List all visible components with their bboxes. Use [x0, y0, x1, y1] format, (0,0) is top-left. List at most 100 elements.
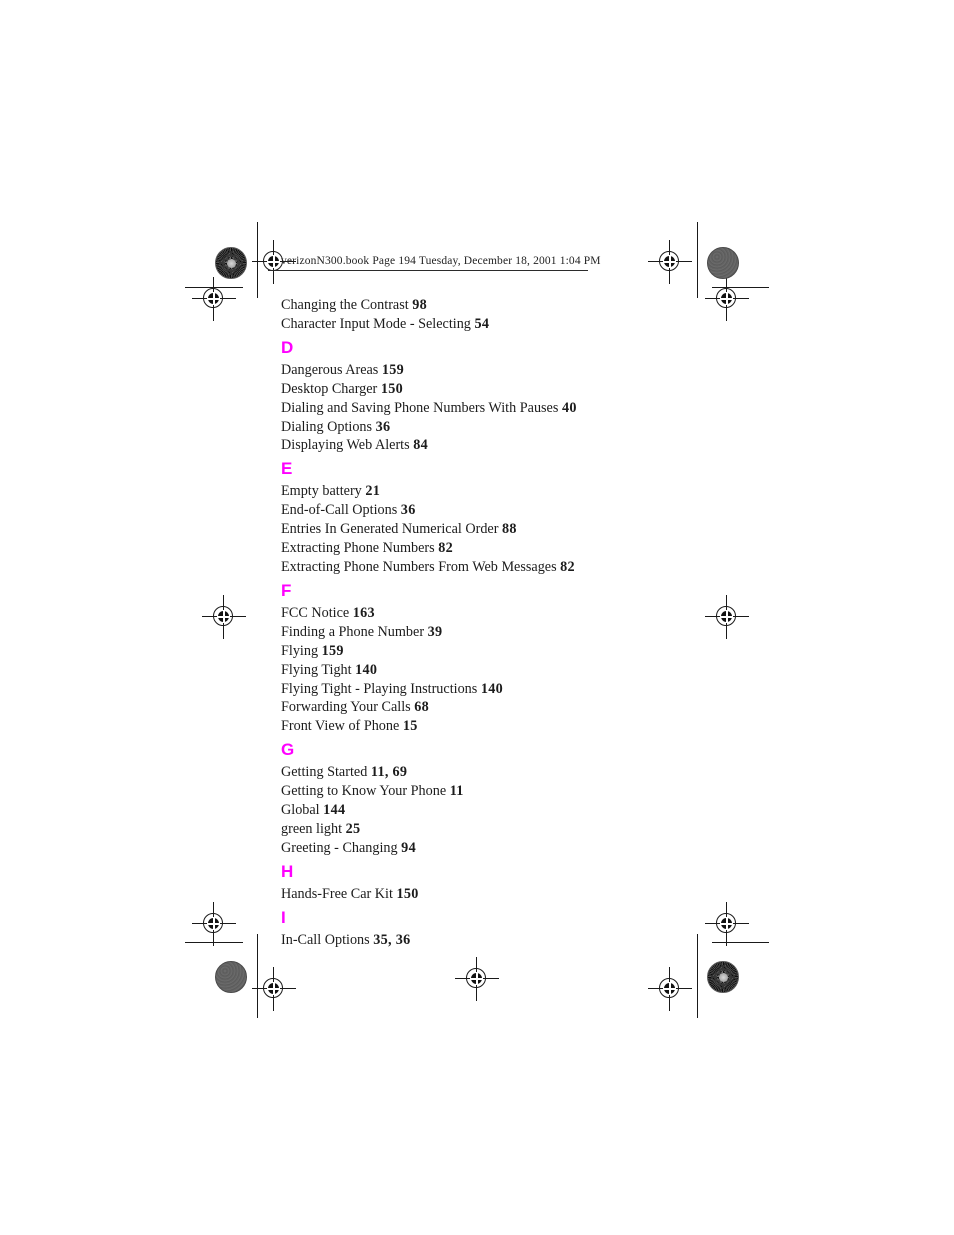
index-entry: Dialing and Saving Phone Numbers With Pa… — [281, 399, 701, 418]
scanned-manual-page: verizonN300.book Page 194 Tuesday, Decem… — [0, 0, 954, 1235]
index-letter-heading-f: F — [281, 580, 292, 600]
halftone-starburst-patch-top-left — [215, 247, 247, 279]
index-entry-pages: 144 — [323, 802, 346, 819]
header-underline — [268, 270, 588, 271]
index-entry: FCC Notice 163 — [281, 604, 701, 623]
index-entry: Forwarding Your Calls 68 — [281, 698, 701, 717]
index-entry-pages: 25 — [345, 820, 361, 837]
index-entry-pages: 150 — [396, 885, 419, 902]
index-letter-heading-d: D — [281, 337, 294, 357]
index-entry-title: Dialing and Saving Phone Numbers With Pa… — [281, 399, 559, 416]
index-entry-title: Global — [281, 802, 320, 819]
index-entry-pages: 150 — [380, 380, 404, 397]
index-entry: Changing the Contrast 98 — [281, 296, 701, 315]
index-entry-pages: 35, 36 — [373, 931, 411, 948]
index-entry: Dangerous Areas 159 — [281, 361, 701, 380]
index-entry: Flying Tight - Playing Instructions 140 — [281, 680, 701, 699]
density-patch-top-right — [707, 247, 739, 279]
index-entry-title: FCC Notice — [281, 604, 350, 621]
halftone-starburst-patch-bottom-right — [707, 961, 739, 993]
trim-rule-top-right — [697, 222, 699, 298]
density-patch-bottom-left — [215, 961, 247, 993]
index-entry-pages: 40 — [561, 399, 577, 416]
index-entry-title: Getting Started — [281, 764, 368, 781]
index-entry-pages: 15 — [402, 718, 418, 735]
index-letter-heading-i: I — [281, 907, 287, 927]
index-letter-heading-h: H — [281, 861, 294, 881]
index-entry-pages: 94 — [401, 839, 416, 856]
index-entry-pages: 36 — [400, 502, 416, 519]
index-entry-title: Flying Tight — [281, 661, 352, 678]
registration-mark-mid-left — [202, 595, 246, 639]
index-letter-heading-e: E — [281, 459, 293, 479]
index-entry-title: Finding a Phone Number — [281, 623, 425, 640]
registration-mark-outer-top-left — [192, 277, 236, 321]
registration-mark-mid-right — [705, 595, 749, 639]
index-entry-pages: 82 — [438, 540, 454, 557]
index-entry-title: Empty battery — [281, 483, 362, 500]
index-entry-title: Dialing Options — [281, 418, 373, 435]
index-entry-pages: 68 — [414, 699, 430, 716]
index-entry-title: Flying Tight - Playing Instructions — [281, 680, 478, 697]
index-entry: Dialing Options 36 — [281, 418, 701, 437]
index-entry: Flying 159 — [281, 642, 701, 661]
index-entry: Front View of Phone 15 — [281, 717, 701, 736]
index-entry-pages: 98 — [412, 297, 428, 313]
index-entry-title: Hands-Free Car Kit — [281, 885, 393, 902]
index-entry-title: Dangerous Areas — [281, 361, 379, 378]
registration-mark-bottom-right — [648, 967, 692, 1011]
index-entry: Extracting Phone Numbers From Web Messag… — [281, 558, 701, 577]
index-entry: Extracting Phone Numbers 82 — [281, 539, 701, 558]
file-header-text: verizonN300.book Page 194 Tuesday, Decem… — [281, 255, 601, 267]
index-entry: Desktop Charger 150 — [281, 380, 701, 399]
index-entry-title: Getting to Know Your Phone — [281, 783, 447, 800]
index-content: Changing the Contrast 98 Character Input … — [281, 296, 701, 950]
index-entry: Getting Started 11, 69 — [281, 763, 701, 782]
index-entry-title: Changing the Contrast — [281, 297, 409, 313]
index-entry-pages: 84 — [413, 437, 428, 454]
index-entry-title: Character Input Mode - Selecting — [281, 315, 471, 332]
index-entry: Getting to Know Your Phone 11 — [281, 782, 701, 801]
registration-mark-outer-bottom-left — [192, 902, 236, 946]
registration-mark-top-right — [648, 240, 692, 284]
index-entry: Global 144 — [281, 801, 701, 820]
index-entry-title: In-Call Options — [281, 931, 370, 948]
index-entry-title: Desktop Charger — [281, 380, 378, 397]
index-entry: End-of-Call Options 36 — [281, 501, 701, 520]
registration-mark-mid-bottom — [455, 957, 499, 1001]
index-entry-title: Forwarding Your Calls — [281, 699, 411, 716]
index-entry: Entries In Generated Numerical Order 88 — [281, 520, 701, 539]
index-entry-title: End-of-Call Options — [281, 502, 398, 519]
index-entry: Flying Tight 140 — [281, 661, 701, 680]
index-entry-title: Extracting Phone Numbers — [281, 540, 435, 557]
index-entry-pages: 11, 69 — [370, 764, 408, 781]
index-entry-pages: 163 — [352, 604, 375, 621]
registration-mark-outer-top-right — [705, 277, 749, 321]
index-entry-pages: 140 — [480, 680, 504, 697]
index-entry: Empty battery 21 — [281, 482, 701, 501]
index-entry-title: Front View of Phone — [281, 718, 400, 735]
index-letter-heading-g: G — [281, 740, 295, 760]
index-entry-pages: 11 — [449, 783, 464, 800]
index-entry-pages: 88 — [502, 521, 517, 538]
registration-mark-bottom-left — [252, 967, 296, 1011]
index-entry-pages: 39 — [427, 623, 443, 640]
index-entry-pages: 82 — [560, 558, 575, 575]
index-entry-title: Greeting - Changing — [281, 839, 398, 856]
index-entry-title: Entries In Generated Numerical Order — [281, 521, 499, 538]
index-entry-pages: 21 — [365, 483, 381, 500]
index-entry: Displaying Web Alerts 84 — [281, 436, 701, 455]
index-entry-pages: 54 — [474, 315, 490, 332]
index-entry: Character Input Mode - Selecting 54 — [281, 315, 701, 334]
index-entry-pages: 159 — [381, 361, 405, 378]
registration-mark-outer-bottom-right — [705, 902, 749, 946]
index-entry-title: Displaying Web Alerts — [281, 437, 410, 454]
index-entry-pages: 159 — [321, 642, 344, 659]
index-entry: Greeting - Changing 94 — [281, 839, 701, 858]
index-entry: Finding a Phone Number 39 — [281, 623, 701, 642]
index-entry-pages: 140 — [355, 661, 378, 678]
index-entry-pages: 36 — [375, 418, 391, 435]
index-entry-title: Flying — [281, 642, 319, 659]
index-entry-title: Extracting Phone Numbers From Web Messag… — [281, 558, 557, 575]
index-entry: green light 25 — [281, 820, 701, 839]
